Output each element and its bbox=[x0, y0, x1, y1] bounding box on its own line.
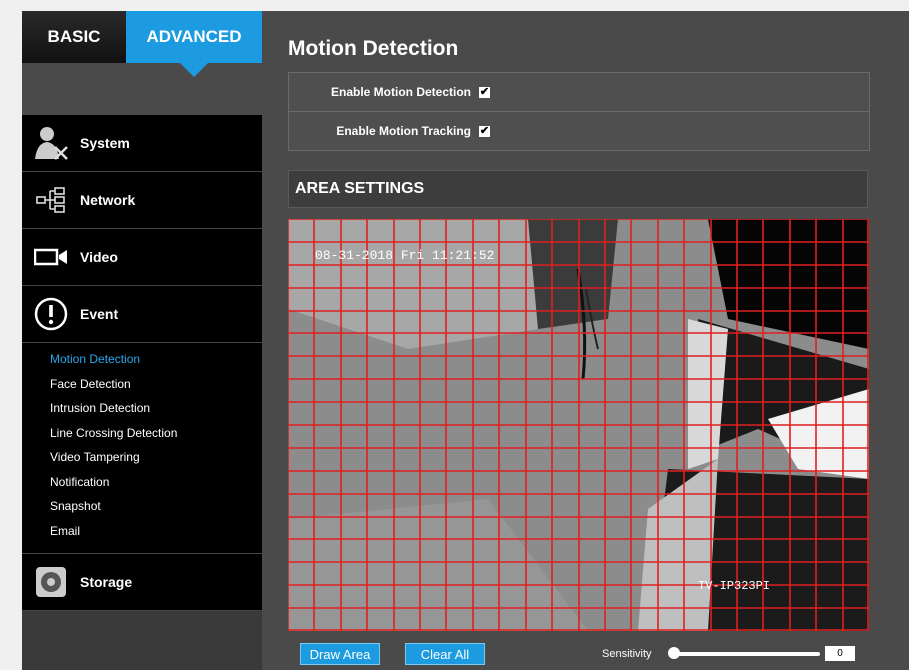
sidebar-item-network[interactable]: Network bbox=[22, 172, 262, 229]
alert-circle-icon bbox=[22, 297, 80, 331]
enable-tracking-label: Enable Motion Tracking bbox=[336, 124, 471, 138]
sidebar-item-label: Video bbox=[80, 249, 118, 265]
submenu-face-detection[interactable]: Face Detection bbox=[50, 372, 262, 397]
submenu-intrusion-detection[interactable]: Intrusion Detection bbox=[50, 396, 262, 421]
system-user-icon bbox=[22, 125, 80, 161]
tab-basic[interactable]: BASIC bbox=[22, 11, 126, 63]
sidebar-item-system[interactable]: System bbox=[22, 115, 262, 172]
sidebar-item-storage[interactable]: Storage bbox=[22, 554, 262, 611]
sensitivity-slider-track[interactable] bbox=[675, 652, 820, 656]
sidebar-item-video[interactable]: Video bbox=[22, 229, 262, 286]
sidebar-item-label: Storage bbox=[80, 574, 133, 590]
sidebar-item-label: Event bbox=[80, 306, 119, 322]
tab-advanced[interactable]: ADVANCED bbox=[126, 11, 262, 77]
video-timestamp: 08-31-2018 Fri 11:21:52 bbox=[315, 248, 494, 263]
sidebar-item-label: System bbox=[80, 135, 130, 151]
enable-tracking-checkbox[interactable]: ✔ bbox=[479, 125, 490, 137]
tab-spacer bbox=[22, 63, 262, 115]
app-frame: BASIC ADVANCED System Network Video Even… bbox=[0, 0, 909, 670]
video-preview[interactable]: 08-31-2018 Fri 11:21:52 TV-IP323PI bbox=[288, 219, 869, 631]
sidebar-nav: System Network Video Event Motion Detect… bbox=[22, 115, 272, 611]
submenu-snapshot[interactable]: Snapshot bbox=[50, 494, 262, 519]
sensitivity-value[interactable]: 0 bbox=[825, 646, 855, 661]
area-settings-header: AREA SETTINGS bbox=[288, 170, 868, 208]
enable-motion-label: Enable Motion Detection bbox=[330, 85, 471, 99]
page-title: Motion Detection bbox=[288, 37, 459, 60]
sidebar-item-label: Network bbox=[80, 192, 136, 208]
submenu-email[interactable]: Email bbox=[50, 519, 262, 544]
submenu-motion-detection[interactable]: Motion Detection bbox=[50, 347, 262, 372]
clear-all-button[interactable]: Clear All bbox=[405, 643, 485, 665]
sensitivity-label: Sensitivity bbox=[602, 648, 652, 660]
draw-area-button[interactable]: Draw Area bbox=[300, 643, 380, 665]
submenu-notification[interactable]: Notification bbox=[50, 470, 262, 495]
video-camera-icon bbox=[22, 247, 80, 267]
camera-scene: 08-31-2018 Fri 11:21:52 TV-IP323PI bbox=[288, 219, 869, 631]
sensitivity-slider-handle[interactable] bbox=[668, 647, 680, 659]
enable-tracking-row: Enable Motion Tracking ✔ bbox=[288, 111, 870, 151]
sidebar-item-event[interactable]: Event bbox=[22, 286, 272, 344]
submenu-line-crossing-detection[interactable]: Line Crossing Detection bbox=[50, 421, 262, 446]
enable-motion-row: Enable Motion Detection ✔ bbox=[288, 72, 870, 112]
event-submenu: Motion Detection Face Detection Intrusio… bbox=[22, 343, 262, 554]
mode-tabs: BASIC ADVANCED bbox=[22, 11, 262, 77]
enable-motion-checkbox[interactable]: ✔ bbox=[479, 86, 490, 98]
network-tree-icon bbox=[22, 187, 80, 213]
video-camera-name: TV-IP323PI bbox=[698, 579, 770, 593]
sidebar: BASIC ADVANCED System Network Video Even… bbox=[22, 11, 272, 670]
main-panel: Motion Detection Enable Motion Detection… bbox=[262, 11, 909, 670]
submenu-video-tampering[interactable]: Video Tampering bbox=[50, 445, 262, 470]
storage-disk-icon bbox=[22, 566, 80, 598]
